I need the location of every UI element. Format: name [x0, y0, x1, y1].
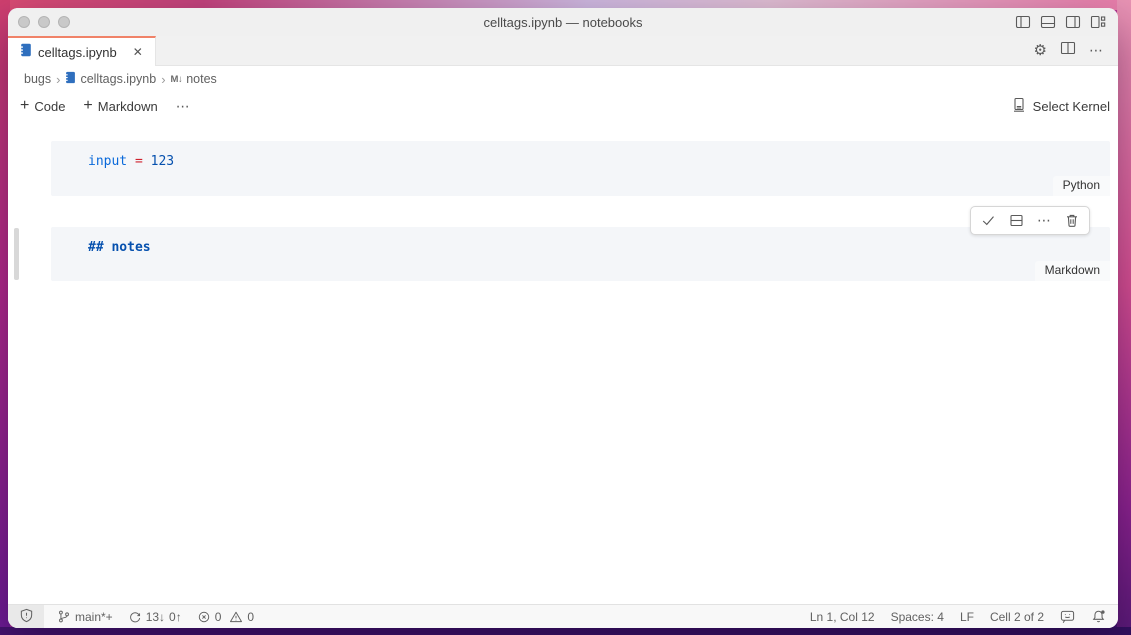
markdown-source: ## notes — [51, 227, 1110, 255]
breadcrumb-item-folder[interactable]: bugs — [24, 72, 51, 86]
breadcrumb-item-file[interactable]: celltags.ipynb — [65, 71, 156, 87]
feedback-icon[interactable] — [1060, 609, 1075, 624]
status-bar: main*+ 13↓ 0↑ 0 0 Ln 1, Col 12 Spaces: 4… — [8, 604, 1118, 628]
desktop-wallpaper-right — [1117, 0, 1131, 635]
eol-status[interactable]: LF — [960, 610, 974, 624]
markdown-symbol-icon: M↓ — [171, 74, 183, 85]
traffic-lights — [8, 16, 70, 28]
warning-count: 0 — [247, 610, 254, 624]
breadcrumb: bugs › celltags.ipynb › M↓ notes — [8, 66, 1118, 92]
cursor-position-status[interactable]: Ln 1, Col 12 — [810, 610, 875, 624]
titlebar: celltags.ipynb — notebooks — [8, 8, 1118, 36]
error-count: 0 — [215, 610, 222, 624]
sync-outgoing: 0↑ — [169, 610, 182, 624]
desktop-wallpaper-bottom — [0, 627, 1131, 635]
git-branch-status[interactable]: main*+ — [57, 609, 113, 624]
git-sync-status[interactable]: 13↓ 0↑ — [128, 610, 182, 624]
workspace-trust-button[interactable] — [8, 605, 44, 628]
window-title: celltags.ipynb — notebooks — [8, 15, 1118, 30]
layout-controls — [1015, 14, 1118, 30]
customize-layout-icon[interactable] — [1090, 14, 1106, 30]
code-token-number: 123 — [151, 154, 174, 169]
delete-cell-icon[interactable] — [1065, 213, 1079, 228]
cell-more-actions-icon[interactable]: ⋯ — [1037, 212, 1052, 229]
toggle-panel-icon[interactable] — [1040, 14, 1056, 30]
code-line: input = 123 — [51, 141, 1110, 169]
tab-bar: celltags.ipynb ✕ ⚙ ⋯ — [8, 36, 1118, 66]
more-actions-icon[interactable]: ⋯ — [1089, 42, 1104, 59]
split-cell-icon[interactable] — [1009, 213, 1024, 228]
close-tab-icon[interactable]: ✕ — [131, 45, 145, 59]
add-markdown-label: Markdown — [98, 99, 158, 114]
shield-icon — [19, 608, 34, 626]
add-code-label: Code — [34, 99, 65, 114]
notebook-toolbar: + Code + Markdown ⋯ Select Kernel — [8, 92, 1118, 120]
zoom-window-button[interactable] — [58, 16, 70, 28]
notebook-file-icon — [65, 71, 76, 87]
markdown-cell[interactable]: ## notes Markdown — [51, 227, 1110, 281]
gear-icon[interactable]: ⚙ — [1034, 43, 1047, 58]
breadcrumb-item-symbol[interactable]: M↓ notes — [171, 72, 217, 86]
notebook-editor: input = 123 Python ## notes Markdown ⋯ — [8, 120, 1118, 604]
code-token-name: input — [88, 154, 127, 169]
add-markdown-cell-button[interactable]: + Markdown — [83, 98, 157, 114]
cell-hover-toolbar: ⋯ — [970, 206, 1090, 235]
breadcrumb-file-label: celltags.ipynb — [80, 72, 156, 86]
split-editor-icon[interactable] — [1060, 40, 1076, 61]
indentation-status[interactable]: Spaces: 4 — [891, 610, 944, 624]
plus-icon: + — [83, 98, 92, 114]
stop-editing-cell-icon[interactable] — [981, 213, 996, 228]
close-window-button[interactable] — [18, 16, 30, 28]
kernel-icon — [1011, 97, 1027, 116]
code-token-operator: = — [135, 154, 143, 169]
chevron-right-icon: › — [56, 72, 60, 87]
tab-label: celltags.ipynb — [38, 45, 117, 60]
toggle-secondary-sidebar-icon[interactable] — [1065, 14, 1081, 30]
sync-incoming: 13↓ — [146, 610, 165, 624]
plus-icon: + — [20, 98, 29, 114]
minimize-window-button[interactable] — [38, 16, 50, 28]
select-kernel-label: Select Kernel — [1033, 99, 1110, 114]
cell-focus-indicator — [14, 228, 19, 280]
toggle-primary-sidebar-icon[interactable] — [1015, 14, 1031, 30]
notebook-file-icon — [20, 43, 32, 62]
problems-status[interactable]: 0 0 — [197, 610, 254, 624]
statusbar-right: Ln 1, Col 12 Spaces: 4 LF Cell 2 of 2 — [810, 609, 1118, 624]
code-cell[interactable]: input = 123 Python — [51, 141, 1110, 196]
chevron-right-icon: › — [161, 72, 165, 87]
notifications-bell-icon[interactable] — [1091, 609, 1106, 624]
language-picker-markdown[interactable]: Markdown — [1035, 261, 1110, 281]
tab-celltags-ipynb[interactable]: celltags.ipynb ✕ — [8, 36, 156, 66]
statusbar-left: main*+ 13↓ 0↑ 0 0 — [44, 609, 254, 624]
breadcrumb-symbol-label: notes — [186, 72, 217, 86]
branch-label: main*+ — [75, 610, 113, 624]
select-kernel-button[interactable]: Select Kernel — [1011, 97, 1110, 116]
add-code-cell-button[interactable]: + Code — [20, 98, 65, 114]
vscode-window: celltags.ipynb — notebooks celltags.ipyn… — [8, 8, 1118, 628]
notebook-more-actions-icon[interactable]: ⋯ — [176, 98, 191, 115]
language-picker-python[interactable]: Python — [1053, 176, 1110, 196]
cell-position-status[interactable]: Cell 2 of 2 — [990, 610, 1044, 624]
editor-actions: ⚙ ⋯ — [1034, 36, 1118, 65]
